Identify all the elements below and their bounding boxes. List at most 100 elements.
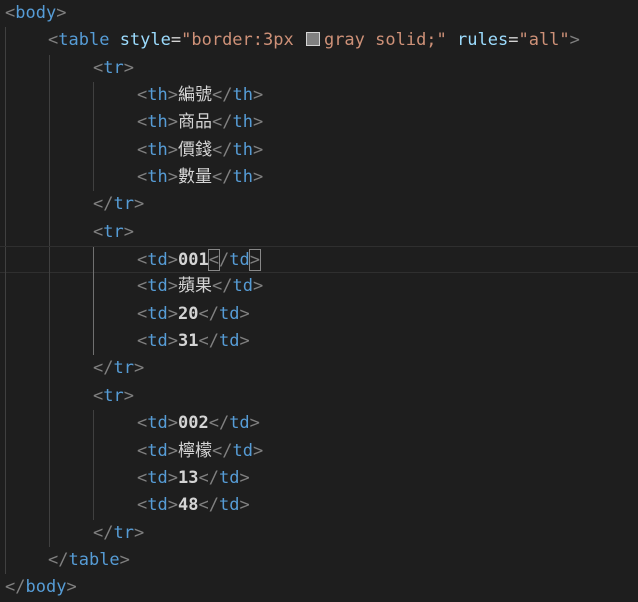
indent-guide (49, 109, 50, 137)
indent-guide (5, 218, 6, 247)
tag-name: table (68, 549, 120, 570)
tag-name: th (232, 112, 253, 133)
indent-guide (93, 247, 94, 275)
indent-guide (93, 410, 94, 438)
indent-guide (5, 355, 6, 383)
indent-guide (5, 382, 6, 411)
indent-guide (49, 492, 50, 520)
indent-guide (49, 464, 50, 493)
code-line[interactable]: <th>商品</th> (0, 109, 638, 137)
tag-name: th (147, 139, 168, 160)
code-line[interactable]: <tr> (0, 382, 638, 411)
tag-name: tr (103, 57, 124, 78)
code-line[interactable]: <table style="border:3px gray solid;" ru… (0, 27, 638, 55)
tag-name: tr (103, 221, 124, 242)
indent-guide (5, 546, 6, 575)
tag-name: tr (113, 194, 134, 215)
code-editor[interactable]: <body> <table style="border:3px gray sol… (0, 0, 638, 602)
cell-text: 數量 (177, 167, 212, 188)
code-line[interactable]: <th>編號</th> (0, 82, 638, 110)
indent-guide (49, 82, 50, 110)
indent-guide (49, 410, 50, 438)
tag-name: th (232, 139, 253, 160)
indent-guide (5, 492, 6, 520)
indent-guide (93, 136, 94, 165)
code-line[interactable]: <td>48</td> (0, 492, 638, 520)
code-line[interactable]: <td>檸檬</td> (0, 437, 638, 465)
cell-text: 31 (177, 331, 199, 352)
angle-bracket: < (5, 3, 16, 23)
code-line[interactable]: <td>13</td> (0, 464, 638, 493)
tag-name: td (147, 303, 168, 324)
indent-guide (5, 300, 6, 329)
indent-guide (5, 247, 6, 275)
tag-name: td (147, 440, 168, 461)
indent-guide (49, 328, 50, 356)
tag-name: td (229, 250, 250, 271)
tag-name: th (232, 167, 253, 188)
color-swatch-icon[interactable] (305, 32, 320, 47)
indent-guide (93, 437, 94, 465)
tag-name: td (218, 331, 240, 352)
cell-text: 商品 (177, 112, 212, 133)
indent-guide (49, 218, 50, 247)
indent-guide (5, 109, 6, 137)
code-line[interactable]: <body> (0, 0, 638, 27)
attribute-name: style (119, 30, 171, 51)
matched-bracket: > (248, 249, 261, 272)
cell-text: 蘋果 (177, 276, 212, 297)
tag-name: tr (113, 522, 134, 543)
indent-guide (5, 273, 6, 301)
attribute-value: gray solid;" (323, 30, 447, 51)
code-line[interactable]: </tr> (0, 519, 638, 547)
indent-guide (49, 300, 50, 329)
code-line[interactable]: <tr> (0, 218, 638, 247)
indent-guide (49, 382, 50, 411)
tag-name: body (25, 577, 67, 598)
indent-guide (5, 328, 6, 356)
tag-name: td (229, 413, 250, 434)
cell-text: 編號 (177, 85, 212, 106)
tag-name: td (232, 276, 253, 297)
cell-text: 48 (177, 495, 199, 516)
code-line[interactable]: </tr> (0, 191, 638, 219)
tag-name: td (232, 440, 253, 461)
indent-guide (49, 437, 50, 465)
tag-name: th (147, 85, 168, 106)
indent-guide (5, 136, 6, 165)
tag-name: td (218, 495, 240, 516)
tag-name: body (15, 3, 57, 23)
tag-name: td (147, 467, 168, 488)
code-line[interactable]: <td>31</td> (0, 328, 638, 356)
tag-name: th (147, 167, 168, 188)
indent-guide (93, 464, 94, 493)
indent-guide (93, 82, 94, 110)
attribute-name: rules (457, 30, 509, 51)
tag-name: td (218, 467, 240, 488)
indent-guide (93, 109, 94, 137)
tag-name: td (147, 495, 168, 516)
code-line[interactable]: <th>數量</th> (0, 164, 638, 192)
indent-guide (93, 273, 94, 301)
code-line[interactable]: <tr> (0, 54, 638, 83)
indent-guide (93, 300, 94, 329)
tag-name: td (147, 413, 168, 434)
code-line[interactable]: <td>002</td> (0, 410, 638, 438)
tag-name: th (147, 112, 168, 133)
code-line[interactable]: </body> (0, 574, 638, 601)
attribute-value: "all" (518, 30, 570, 51)
angle-bracket: > (569, 30, 580, 51)
indent-guide (49, 191, 50, 219)
code-line[interactable]: <th>價錢</th> (0, 136, 638, 165)
code-line[interactable]: <td>蘋果</td> (0, 273, 638, 301)
cell-text: 002 (177, 413, 209, 434)
cell-text: 檸檬 (177, 440, 212, 461)
current-code-line[interactable]: <td>001</td> (0, 246, 638, 275)
cell-text: 13 (177, 467, 199, 488)
indent-guide (5, 437, 6, 465)
tag-name: td (147, 331, 168, 352)
code-line[interactable]: </table> (0, 546, 638, 575)
code-line[interactable]: <td>20</td> (0, 300, 638, 329)
code-line[interactable]: </tr> (0, 355, 638, 383)
indent-guide (5, 27, 6, 55)
